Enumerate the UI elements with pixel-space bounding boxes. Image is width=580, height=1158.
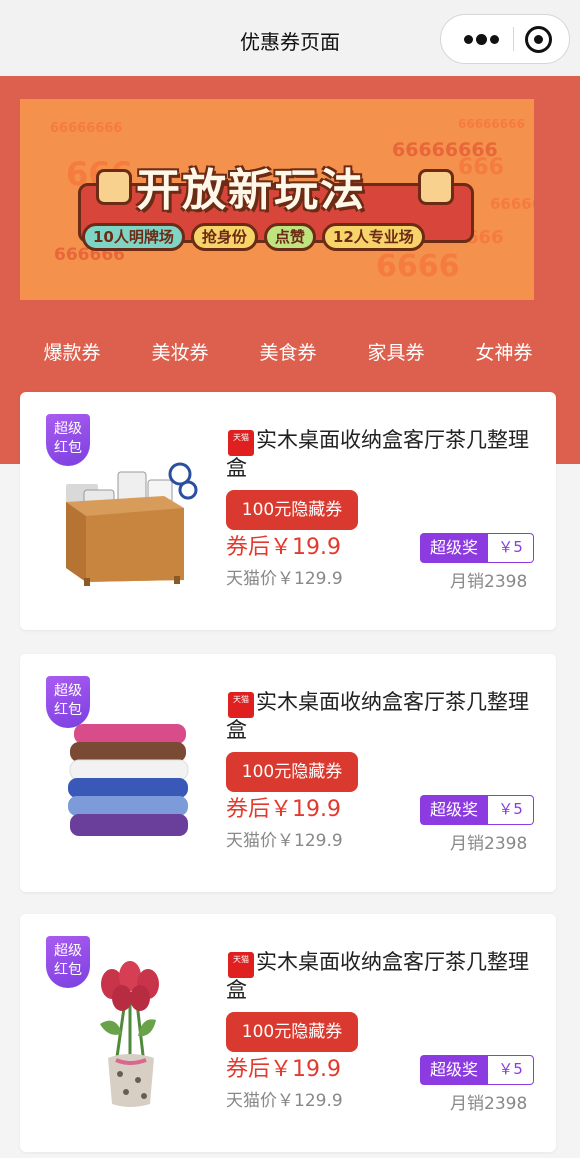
after-coupon-price: 券后￥19.9: [226, 797, 341, 822]
super-red-packet-badge: 超级红包: [46, 414, 90, 466]
monthly-sales: 月销2398: [450, 572, 528, 592]
super-red-packet-badge: 超级红包: [46, 676, 90, 728]
reward-label: 超级奖: [420, 1055, 488, 1085]
thumbs-up-icon: [418, 169, 454, 205]
hidden-coupon-tag[interactable]: 100元隐藏券: [226, 1012, 358, 1052]
super-reward-tag[interactable]: 超级奖 ￥5: [420, 533, 534, 563]
tab-goddess-coupon[interactable]: 女神券: [450, 338, 558, 365]
promo-banner[interactable]: 666 66666 666 666 6 6666 66 6666 6666 6666 6…: [20, 99, 534, 300]
tmall-original-price: 天猫价￥129.9: [226, 569, 343, 589]
tab-beauty-coupon[interactable]: 美妆券: [126, 338, 234, 365]
hidden-coupon-tag[interactable]: 100元隐藏券: [226, 752, 358, 792]
badge-label: 超级红包: [54, 421, 82, 456]
tab-furniture-coupon[interactable]: 家具券: [342, 338, 450, 365]
reward-label: 超级奖: [420, 533, 488, 563]
banner-bg-number: 666: [458, 155, 504, 180]
badge-label: 超级红包: [54, 683, 82, 718]
more-dots-icon[interactable]: [455, 23, 507, 55]
banner-tag: 12人专业场: [321, 223, 425, 251]
banner-bg-number: 66666666: [50, 121, 123, 136]
super-red-packet-badge: 超级红包: [46, 936, 90, 988]
banner-bg-number: 6666: [376, 249, 460, 284]
reward-label: 超级奖: [420, 795, 488, 825]
capsule-divider: [513, 27, 514, 51]
navigation-bar: 优惠券页面: [0, 0, 580, 76]
super-reward-tag[interactable]: 超级奖 ￥5: [420, 1055, 534, 1085]
mini-program-capsule: [440, 14, 570, 64]
product-card[interactable]: 超级红包 天猫 实木桌面收纳盒客厅茶几整理盒 100元隐藏券 券后￥19.9 天…: [20, 914, 556, 1152]
banner-bg-number: 66666: [490, 195, 534, 213]
monthly-sales: 月销2398: [450, 1094, 528, 1114]
coupon-category-tabs: 爆款券 美妆券 美食券 家具券 女神券: [0, 338, 580, 372]
banner-bg-number: 66666666: [458, 117, 525, 131]
thumbs-up-icon: [96, 169, 132, 205]
product-title[interactable]: 实木桌面收纳盒客厅茶几整理盒: [226, 948, 546, 1004]
banner-tag: 抢身份: [190, 223, 258, 251]
reward-value: ￥5: [488, 795, 534, 825]
banner-tag: 点赞: [263, 223, 316, 251]
close-target-icon[interactable]: [525, 26, 552, 53]
hidden-coupon-tag[interactable]: 100元隐藏券: [226, 490, 358, 530]
after-coupon-price: 券后￥19.9: [226, 1057, 341, 1082]
product-card[interactable]: 超级红包 天猫 实木桌面收纳盒客厅茶几整理盒 100元隐藏券 券后￥19.9 天…: [20, 654, 556, 892]
tmall-original-price: 天猫价￥129.9: [226, 1091, 343, 1111]
banner-tag: 10人明牌场: [82, 223, 185, 251]
banner-tag-row: 10人明牌场 抢身份 点赞 12人专业场: [82, 223, 425, 251]
super-reward-tag[interactable]: 超级奖 ￥5: [420, 795, 534, 825]
tab-hot-coupon[interactable]: 爆款券: [18, 338, 126, 365]
banner-headline: 开放新玩法: [136, 165, 366, 216]
monthly-sales: 月销2398: [450, 834, 528, 854]
tab-food-coupon[interactable]: 美食券: [234, 338, 342, 365]
reward-value: ￥5: [488, 533, 534, 563]
reward-value: ￥5: [488, 1055, 534, 1085]
after-coupon-price: 券后￥19.9: [226, 535, 341, 560]
product-title[interactable]: 实木桌面收纳盒客厅茶几整理盒: [226, 688, 546, 744]
tmall-original-price: 天猫价￥129.9: [226, 831, 343, 851]
product-card[interactable]: 超级红包 天猫 实木桌面收纳盒客厅茶几整理盒 100元隐藏券 券后￥19.9 天…: [20, 392, 556, 630]
product-title[interactable]: 实木桌面收纳盒客厅茶几整理盒: [226, 426, 546, 482]
badge-label: 超级红包: [54, 943, 82, 978]
